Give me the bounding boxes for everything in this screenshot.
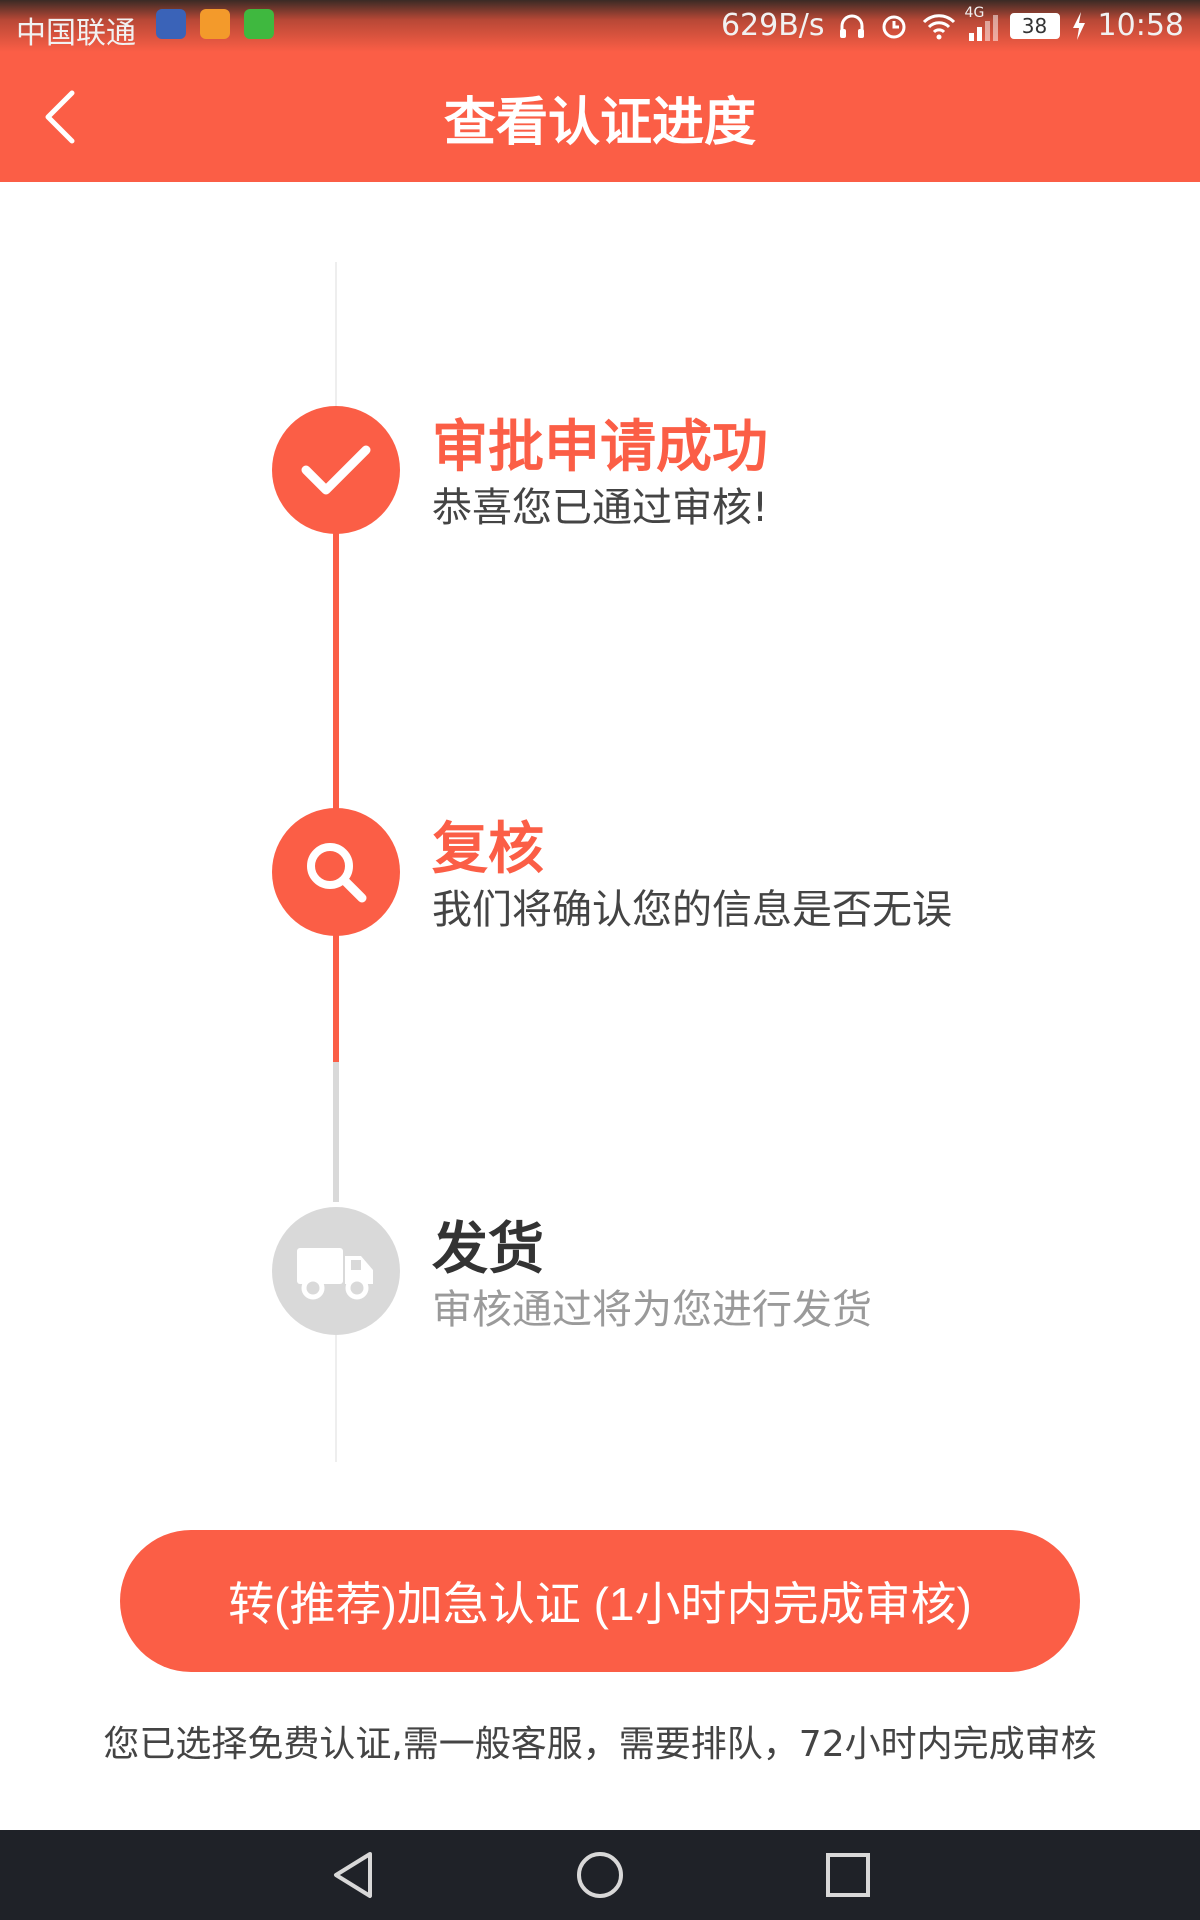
system-nav-bar <box>0 1830 1200 1920</box>
battery-level: 38 <box>1021 13 1048 38</box>
triangle-back-icon <box>334 1852 372 1898</box>
step-description: 我们将确认您的信息是否无误 <box>432 887 952 933</box>
nav-back-button[interactable] <box>323 1845 383 1905</box>
alarm-icon <box>882 15 906 38</box>
timeline-segment-progress <box>333 932 339 1062</box>
timeline-bottom-line <box>335 1332 337 1462</box>
step-description: 审核通过将为您进行发货 <box>432 1287 872 1333</box>
step-pending-badge <box>272 1207 400 1335</box>
status-bar: 中国联通 629B/s 4G 38 10:58 <box>0 0 1200 52</box>
step-current-badge <box>272 808 400 936</box>
battery-icon: 38 <box>1009 12 1060 39</box>
expedite-verification-button[interactable]: 转(推荐)加急认证 (1小时内完成审核) <box>120 1530 1080 1672</box>
step-done-badge <box>272 406 400 534</box>
nav-home-button[interactable] <box>570 1845 630 1905</box>
step-title: 复核 <box>432 817 544 882</box>
truck-icon <box>297 1248 373 1300</box>
clock: 10:58 <box>1097 8 1184 43</box>
timeline-segment-pending <box>333 1062 339 1202</box>
wifi-icon <box>922 13 955 39</box>
wechat-icon <box>244 9 274 39</box>
queue-note: 您已选择免费认证,需一般客服，需要排队，72小时内完成审核 <box>103 1724 1097 1765</box>
page-title: 查看认证进度 <box>443 93 756 153</box>
app-bar: 查看认证进度 <box>0 52 1200 182</box>
progress-timeline: 审批申请成功 恭喜您已通过审核! 复核 我们将确认您的信息是否无误 发货 审核通… <box>0 182 1200 1512</box>
network-speed: 629B/s <box>720 8 825 43</box>
charging-icon <box>1072 11 1085 40</box>
square-recents-icon <box>826 1853 870 1897</box>
check-icon <box>301 445 371 495</box>
cell-signal-icon: 4G <box>965 5 998 41</box>
step-title: 审批申请成功 <box>432 415 768 480</box>
nav-recents-button[interactable] <box>818 1845 878 1905</box>
uc-browser-icon <box>200 9 230 39</box>
headphones-icon <box>839 14 864 38</box>
network-type: 4G <box>964 4 985 21</box>
step-description: 恭喜您已通过审核! <box>432 485 769 531</box>
circle-home-icon <box>577 1852 623 1898</box>
step-title: 发货 <box>432 1217 544 1282</box>
signal-app-icon <box>156 9 186 39</box>
carrier-label: 中国联通 <box>16 16 136 51</box>
search-icon <box>307 843 367 903</box>
